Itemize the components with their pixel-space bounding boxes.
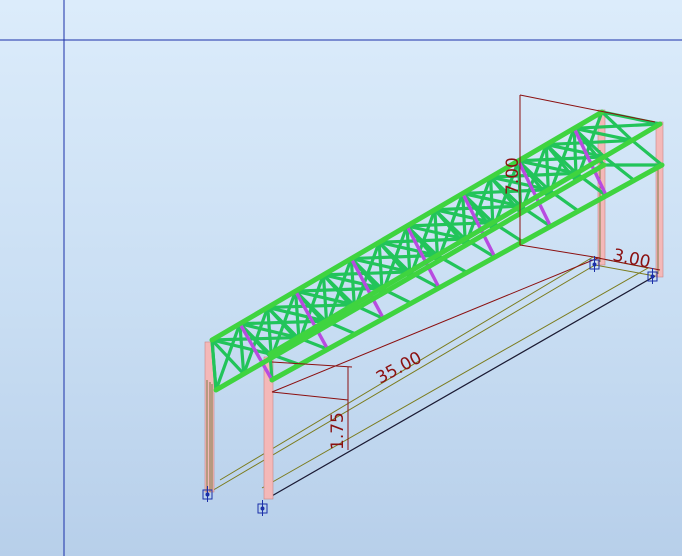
model-canvas[interactable]: 35.00 7.00 3.00 1.75	[0, 0, 682, 556]
span-dimension-label: 35.00	[373, 348, 425, 389]
column-back-right	[655, 121, 664, 278]
pinned-support-icon[interactable]	[257, 500, 268, 516]
height-dimension-label: 7.00	[503, 157, 523, 195]
3d-model-viewport[interactable]: 35.00 7.00 3.00 1.75	[0, 0, 682, 556]
truss-diagonal	[602, 155, 636, 182]
truss-bridge	[209, 109, 665, 393]
elevation-dimension-label: 1.75	[328, 412, 348, 450]
ground-edge-line	[269, 275, 656, 498]
